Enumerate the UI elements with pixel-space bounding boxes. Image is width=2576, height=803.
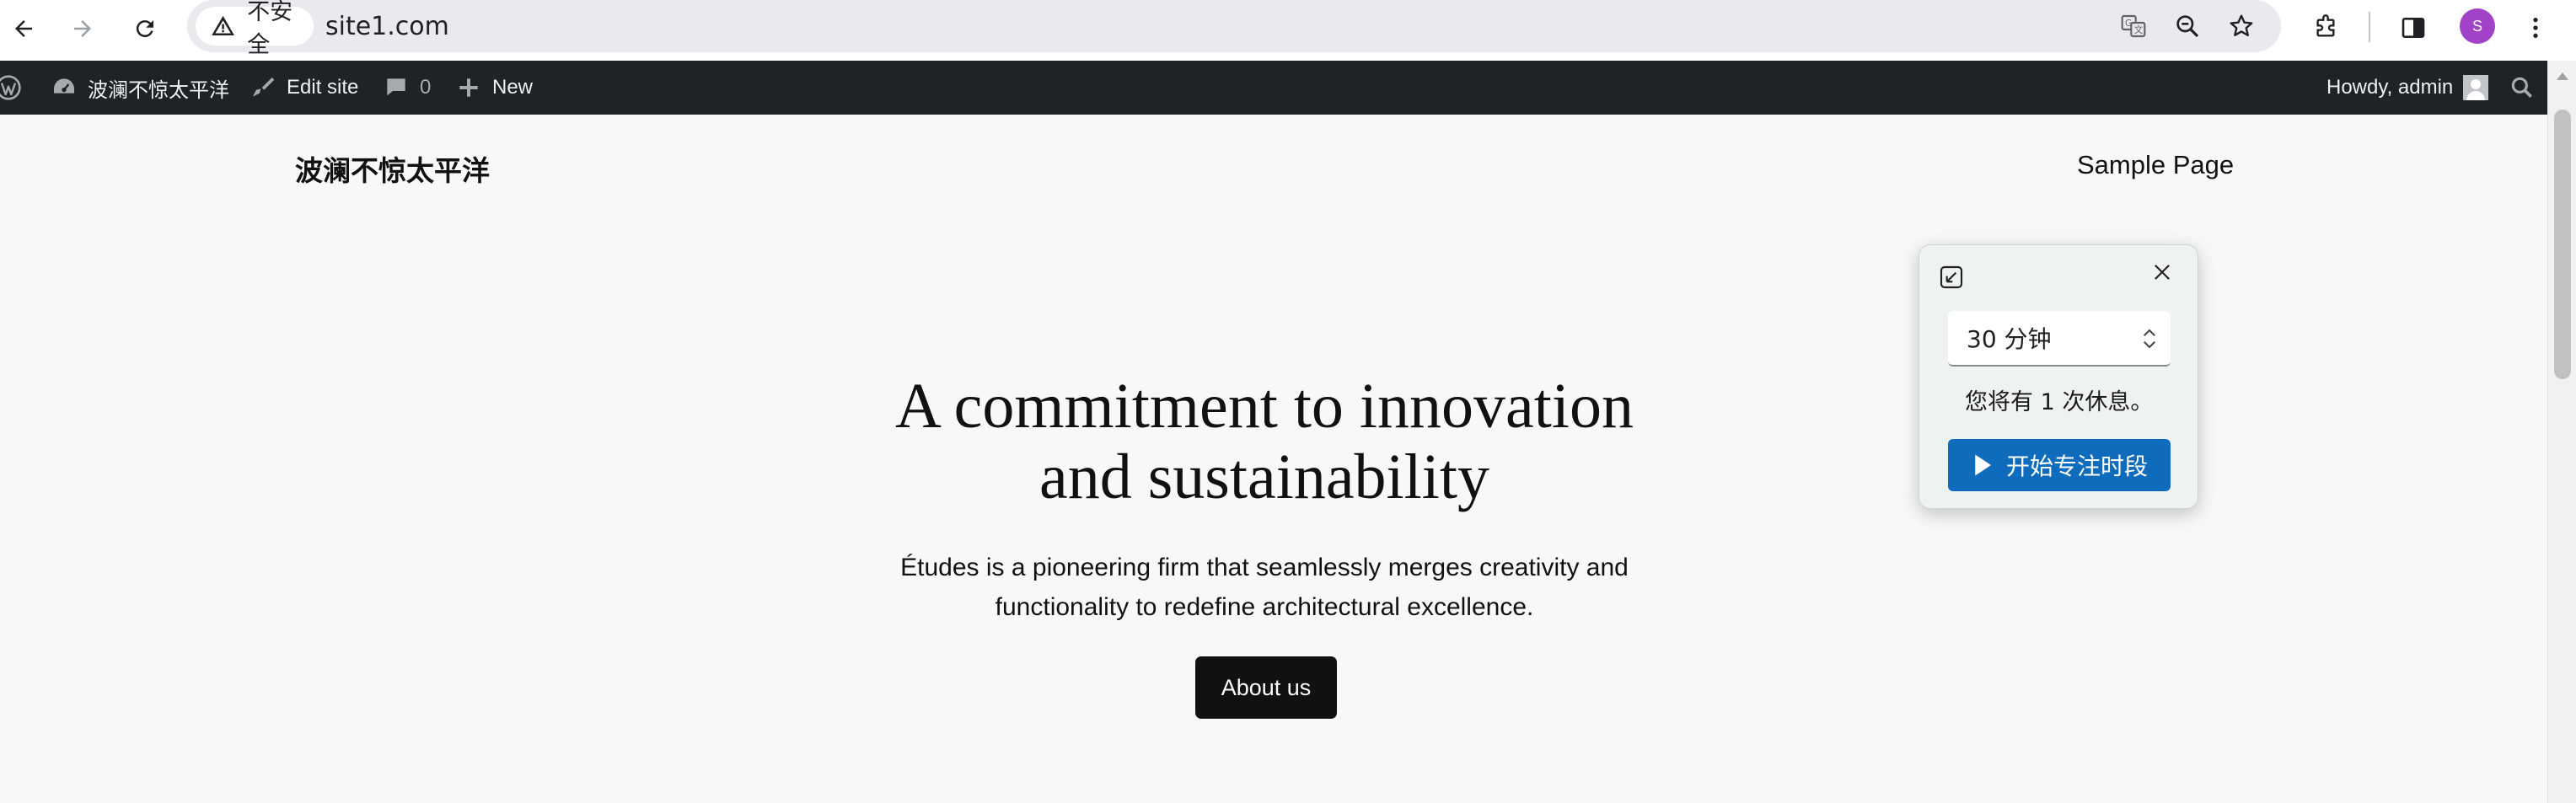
hero-description-line-2: functionality to redefine architectural …	[995, 593, 1534, 621]
brush-icon	[253, 78, 275, 97]
toolbar-divider	[2369, 12, 2370, 42]
breaks-info-text: 您将有 1 次休息。	[1965, 389, 2154, 415]
forward-button[interactable]	[61, 7, 105, 51]
security-chip[interactable]: 不安全	[196, 0, 314, 58]
wordpress-icon	[0, 75, 21, 100]
browser-menu-button[interactable]	[2519, 7, 2552, 49]
close-icon	[2155, 265, 2170, 280]
more-vert-icon	[2533, 18, 2538, 38]
hero-heading-line-1: A commitment to innovation	[894, 371, 1634, 442]
site-name-menu[interactable]: 波澜不惊太平洋	[51, 61, 229, 115]
page-scrollbar[interactable]	[2547, 61, 2576, 803]
popup-close-button[interactable]	[2147, 257, 2177, 287]
plus-icon	[459, 78, 478, 97]
bookmark-button[interactable]	[2224, 8, 2259, 44]
zoom-out-icon	[2176, 15, 2199, 38]
dashboard-icon	[54, 78, 74, 94]
translate-button[interactable]: G 文	[2116, 8, 2151, 44]
wp-admin-bar: 波澜不惊太平洋 Edit site 0 New Howdy, admin	[0, 61, 2547, 115]
expand-icon	[1940, 265, 1963, 289]
security-label: 不安全	[247, 0, 293, 58]
admin-search-button[interactable]	[2509, 61, 2546, 115]
duration-value: 30 分钟	[1967, 325, 2052, 353]
edit-site-label: Edit site	[287, 76, 359, 99]
reload-icon	[136, 20, 153, 38]
play-icon	[1975, 454, 1991, 476]
search-icon	[2511, 77, 2532, 98]
address-bar[interactable]: 不安全 site1.com G 文	[187, 0, 2281, 58]
admin-site-name: 波澜不惊太平洋	[88, 78, 229, 102]
url-text: site1.com	[325, 12, 449, 41]
hero-description: Études is a pioneering firm that seamles…	[843, 548, 1686, 627]
hero-description-line-1: Études is a pioneering firm that seamles…	[900, 554, 1629, 581]
comments-count: 0	[420, 76, 432, 99]
arrow-left-icon	[15, 20, 32, 37]
back-button[interactable]	[2, 7, 46, 51]
puzzle-icon	[2316, 14, 2335, 37]
warning-icon	[212, 15, 234, 35]
start-focus-button[interactable]: 开始专注时段	[1948, 439, 2171, 491]
nav-link-sample-page[interactable]: Sample Page	[2077, 150, 2234, 180]
scroll-up-arrow-icon[interactable]	[2557, 72, 2568, 80]
wp-logo-menu[interactable]	[0, 61, 32, 115]
side-panel-icon	[2402, 18, 2425, 38]
translate-icon: G 文	[2121, 14, 2146, 38]
side-panel-button[interactable]	[2392, 7, 2434, 49]
site-title[interactable]: 波澜不惊太平洋	[295, 148, 490, 189]
focus-session-popup: 30 分钟 您将有 1 次休息。 开始专注时段	[1919, 244, 2198, 509]
edit-site-link[interactable]: Edit site	[250, 61, 358, 115]
duration-select[interactable]: 30 分钟	[1948, 311, 2171, 367]
new-label: New	[492, 76, 534, 99]
zoom-button[interactable]	[2170, 8, 2205, 44]
start-focus-label: 开始专注时段	[2005, 452, 2148, 480]
arrow-right-icon	[74, 20, 91, 37]
scroll-thumb[interactable]	[2554, 110, 2571, 379]
about-us-button[interactable]: About us	[1195, 656, 1337, 719]
browser-toolbar: 不安全 site1.com G 文 S	[0, 0, 2576, 61]
admin-avatar	[2463, 75, 2489, 100]
expand-button[interactable]	[1938, 264, 1965, 291]
star-icon	[2230, 14, 2253, 36]
my-account-menu[interactable]: Howdy, admin	[2326, 61, 2489, 115]
new-content-menu[interactable]: New	[455, 61, 533, 115]
hero-heading-line-2: and sustainability	[1038, 442, 1490, 512]
hero-heading: A commitment to innovation and sustainab…	[759, 371, 1770, 512]
comment-icon	[387, 78, 405, 96]
svg-text:文: 文	[2134, 24, 2144, 35]
reload-button[interactable]	[123, 7, 167, 51]
profile-avatar[interactable]: S	[2460, 8, 2495, 44]
comments-link[interactable]: 0	[383, 61, 431, 115]
chevron-up-down-icon	[2144, 329, 2155, 349]
howdy-text: Howdy, admin	[2326, 76, 2454, 99]
extensions-button[interactable]	[2305, 7, 2347, 49]
